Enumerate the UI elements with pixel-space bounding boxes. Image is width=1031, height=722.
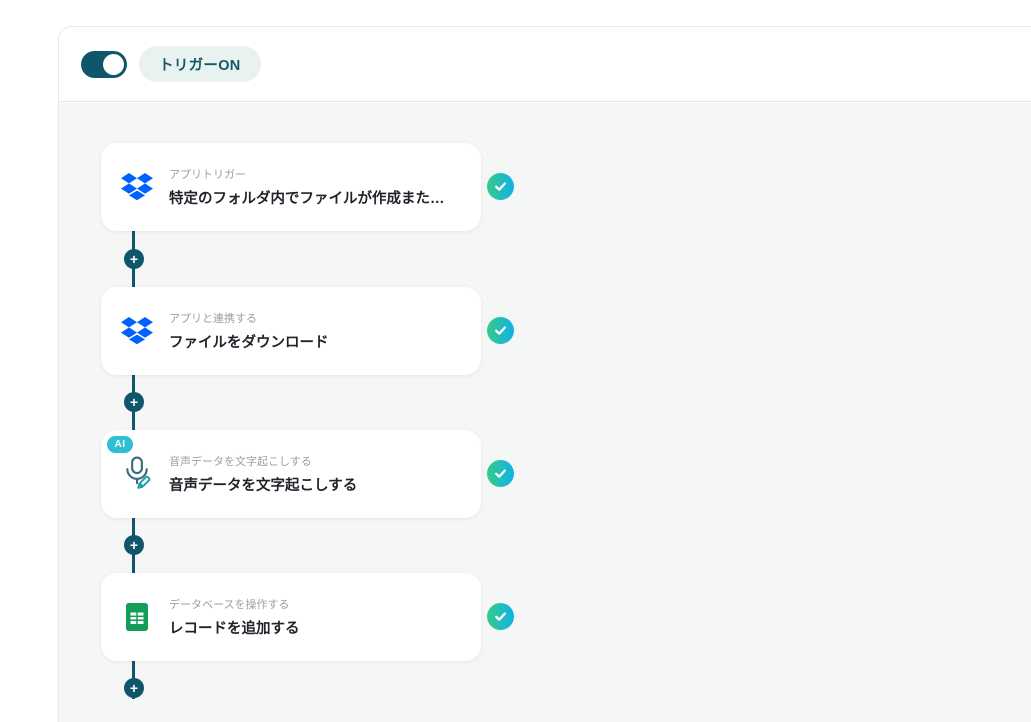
google-sheets-icon [119,603,155,631]
trigger-on-badge: トリガーON [139,46,261,82]
step-card-app-trigger[interactable]: アプリトリガー 特定のフォルダ内でファイルが作成また… [101,143,481,231]
step-card-download-file[interactable]: アプリと連携する ファイルをダウンロード [101,287,481,375]
workflow-canvas: + + + + アプリトリガー 特定のフォルダ内でファイルが作成また… アプリと… [59,103,1031,722]
step-status-check [487,603,514,630]
add-step-button[interactable]: + [124,678,144,698]
workflow-panel: トリガーON + + + + アプリトリガー 特定のフォルダ内でファイルが作成ま… [58,26,1031,722]
ai-badge: AI [107,436,133,453]
plus-icon: + [129,250,139,267]
step-status-check [487,460,514,487]
plus-icon: + [129,393,139,410]
step-title: ファイルをダウンロード [169,335,329,351]
check-icon [495,469,506,478]
step-card-add-record[interactable]: データベースを操作する レコードを追加する [101,573,481,661]
trigger-toolbar: トリガーON [59,27,1031,102]
microphone-pencil-icon [119,455,155,493]
step-category-label: データベースを操作する [169,599,290,611]
step-title: 特定のフォルダ内でファイルが作成また… [169,191,445,207]
add-step-button[interactable]: + [124,249,144,269]
add-step-button[interactable]: + [124,535,144,555]
step-status-check [487,317,514,344]
check-icon [495,182,506,191]
trigger-on-label: トリガーON [159,57,241,74]
add-step-button[interactable]: + [124,392,144,412]
check-icon [495,612,506,621]
step-title: レコードを追加する [169,621,300,637]
dropbox-icon [119,317,155,345]
step-card-transcribe-audio[interactable]: AI 音声データを文字起こしする 音声データを文字起こしする [101,430,481,518]
toggle-knob [103,53,124,75]
step-category-label: アプリと連携する [169,313,257,325]
step-category-label: 音声データを文字起こしする [169,456,312,468]
plus-icon: + [129,679,139,696]
dropbox-icon [119,173,155,201]
trigger-toggle[interactable] [81,50,127,78]
step-title: 音声データを文字起こしする [169,478,358,494]
step-status-check [487,173,514,200]
check-icon [495,326,506,335]
plus-icon: + [129,536,139,553]
step-category-label: アプリトリガー [169,169,246,181]
